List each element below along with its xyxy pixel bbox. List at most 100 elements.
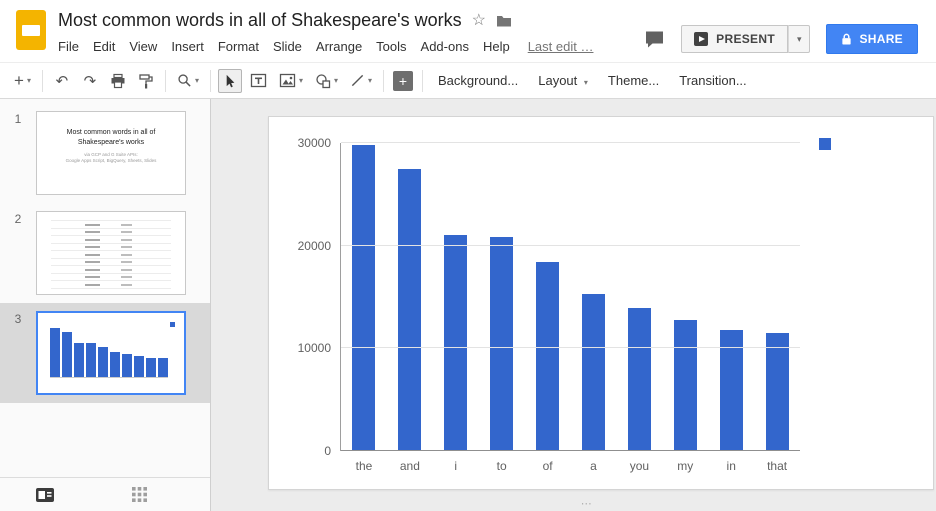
- thumb2-table-row: [51, 281, 171, 289]
- theme-button[interactable]: Theme...: [598, 69, 669, 92]
- thumb1-subtitle-line2: Google Apps Script, BigQuery, Sheets, Sl…: [47, 158, 175, 165]
- thumb2-table-row: [51, 274, 171, 282]
- document-title[interactable]: Most common words in all of Shakespeare'…: [58, 10, 462, 31]
- folder-icon[interactable]: [496, 14, 512, 27]
- text-box-icon: [250, 73, 267, 88]
- bar-to[interactable]: [490, 237, 513, 451]
- undo-button[interactable]: ↶: [50, 69, 74, 93]
- header-actions: PRESENT ▾ SHARE: [644, 8, 926, 62]
- bar-i[interactable]: [444, 235, 467, 451]
- chart-plot: theanditoofayoumyinthat 0100002000030000: [340, 143, 800, 451]
- text-box-button[interactable]: [246, 69, 271, 93]
- thumb3-mini-chart: [50, 328, 168, 378]
- x-tick-label-of: of: [525, 459, 571, 473]
- present-button[interactable]: PRESENT: [681, 25, 788, 53]
- chevron-down-icon: ▾: [797, 34, 802, 44]
- toolbar-separator: [422, 70, 423, 92]
- menu-edit[interactable]: Edit: [86, 36, 122, 57]
- chevron-down-icon: ▾: [195, 76, 199, 85]
- slide-3-thumbnail[interactable]: [36, 311, 186, 395]
- bar-that[interactable]: [766, 333, 789, 451]
- thumb3-legend-swatch: [170, 322, 175, 327]
- present-button-group: PRESENT ▾: [681, 25, 810, 53]
- paint-format-button[interactable]: [134, 69, 158, 93]
- insert-line-button[interactable]: ▾: [346, 69, 376, 93]
- thumb1-title: Most common words in all of Shakespeare'…: [47, 128, 175, 148]
- select-tool-button[interactable]: [218, 69, 242, 93]
- last-edit-link[interactable]: Last edit …: [521, 36, 601, 57]
- slide-2-thumbnail[interactable]: [36, 211, 186, 295]
- present-dropdown-button[interactable]: ▾: [788, 25, 811, 53]
- gridline-0: [341, 450, 800, 451]
- y-tick-label-10000: 10000: [298, 342, 331, 354]
- cursor-icon: [222, 73, 237, 89]
- slide-canvas[interactable]: theanditoofayoumyinthat 0100002000030000: [268, 116, 934, 490]
- mini-bar-that: [158, 358, 168, 377]
- bar-my[interactable]: [674, 320, 697, 451]
- chart-bars: [341, 143, 800, 451]
- redo-button[interactable]: ↷: [78, 69, 102, 93]
- menu-view[interactable]: View: [122, 36, 164, 57]
- lock-icon: [841, 32, 852, 46]
- slide-thumbnail-row-2[interactable]: 2: [0, 203, 210, 303]
- bar-you[interactable]: [628, 308, 651, 451]
- mini-bar-to: [86, 343, 96, 377]
- menu-add-ons[interactable]: Add-ons: [414, 36, 476, 57]
- grid-view-button[interactable]: [128, 483, 151, 506]
- present-label: PRESENT: [716, 32, 775, 46]
- x-tick-label-the: the: [341, 459, 387, 473]
- mini-bar-and: [62, 332, 72, 377]
- bar-column-my: [662, 143, 708, 451]
- menu-help[interactable]: Help: [476, 36, 517, 57]
- paint-roller-icon: [138, 73, 154, 89]
- zoom-button[interactable]: ▾: [173, 69, 203, 93]
- slide-number: 2: [0, 211, 36, 225]
- menu-format[interactable]: Format: [211, 36, 266, 57]
- title-row: Most common words in all of Shakespeare'…: [58, 8, 644, 33]
- slides-logo-icon[interactable]: [16, 10, 46, 50]
- menu-insert[interactable]: Insert: [164, 36, 211, 57]
- slide-thumbnail-row-3[interactable]: 3: [0, 303, 210, 403]
- scroll-handle[interactable]: ⋯: [581, 497, 593, 510]
- menu-arrange[interactable]: Arrange: [309, 36, 369, 57]
- insert-placeholder-button[interactable]: +: [391, 69, 415, 93]
- toolbar: + ▾ ↶ ↷ ▾ ▾ ▾: [0, 62, 936, 99]
- menu-file[interactable]: File: [51, 36, 86, 57]
- bar-the[interactable]: [352, 145, 375, 451]
- thumb2-table-row: [51, 221, 171, 229]
- slide-thumbnail-row-1[interactable]: 1 Most common words in all of Shakespear…: [0, 103, 210, 203]
- mini-bar-my: [134, 356, 144, 377]
- thumb2-table-row: [51, 229, 171, 237]
- layout-button[interactable]: Layout ▾: [528, 69, 598, 92]
- thumb1-subtitle-line1: via GCP and G Suite APIs:: [47, 152, 175, 159]
- bar-of[interactable]: [536, 262, 559, 451]
- slide-1-content: Most common words in all of Shakespeare'…: [37, 112, 185, 165]
- menu-slide[interactable]: Slide: [266, 36, 309, 57]
- slide-1-thumbnail[interactable]: Most common words in all of Shakespeare'…: [36, 111, 186, 195]
- filmstrip-view-icon: [36, 488, 54, 502]
- bar-and[interactable]: [398, 169, 421, 451]
- share-button[interactable]: SHARE: [826, 24, 918, 54]
- grid-view-icon: [132, 487, 147, 502]
- filmstrip-view-button[interactable]: [32, 484, 58, 506]
- slides-logo-inner: [22, 25, 40, 36]
- background-button[interactable]: Background...: [428, 69, 528, 92]
- insert-shape-button[interactable]: ▾: [311, 69, 342, 93]
- legend-swatch: [819, 138, 831, 150]
- dark-plus-icon: +: [393, 71, 413, 91]
- chevron-down-icon: ▾: [27, 76, 31, 85]
- insert-image-button[interactable]: ▾: [275, 69, 307, 93]
- slide-number: 1: [0, 111, 36, 125]
- new-slide-button[interactable]: + ▾: [10, 69, 35, 93]
- thumb2-table-row: [51, 236, 171, 244]
- menu-tools[interactable]: Tools: [369, 36, 413, 57]
- transition-button[interactable]: Transition...: [669, 69, 756, 92]
- print-icon: [110, 73, 126, 89]
- bar-a[interactable]: [582, 294, 605, 451]
- bar-column-the: [341, 143, 387, 451]
- bar-column-in: [708, 143, 754, 451]
- bar-chart[interactable]: theanditoofayoumyinthat 0100002000030000: [269, 117, 933, 489]
- print-button[interactable]: [106, 69, 130, 93]
- comments-icon[interactable]: [644, 30, 665, 49]
- star-icon[interactable]: ☆: [472, 13, 486, 29]
